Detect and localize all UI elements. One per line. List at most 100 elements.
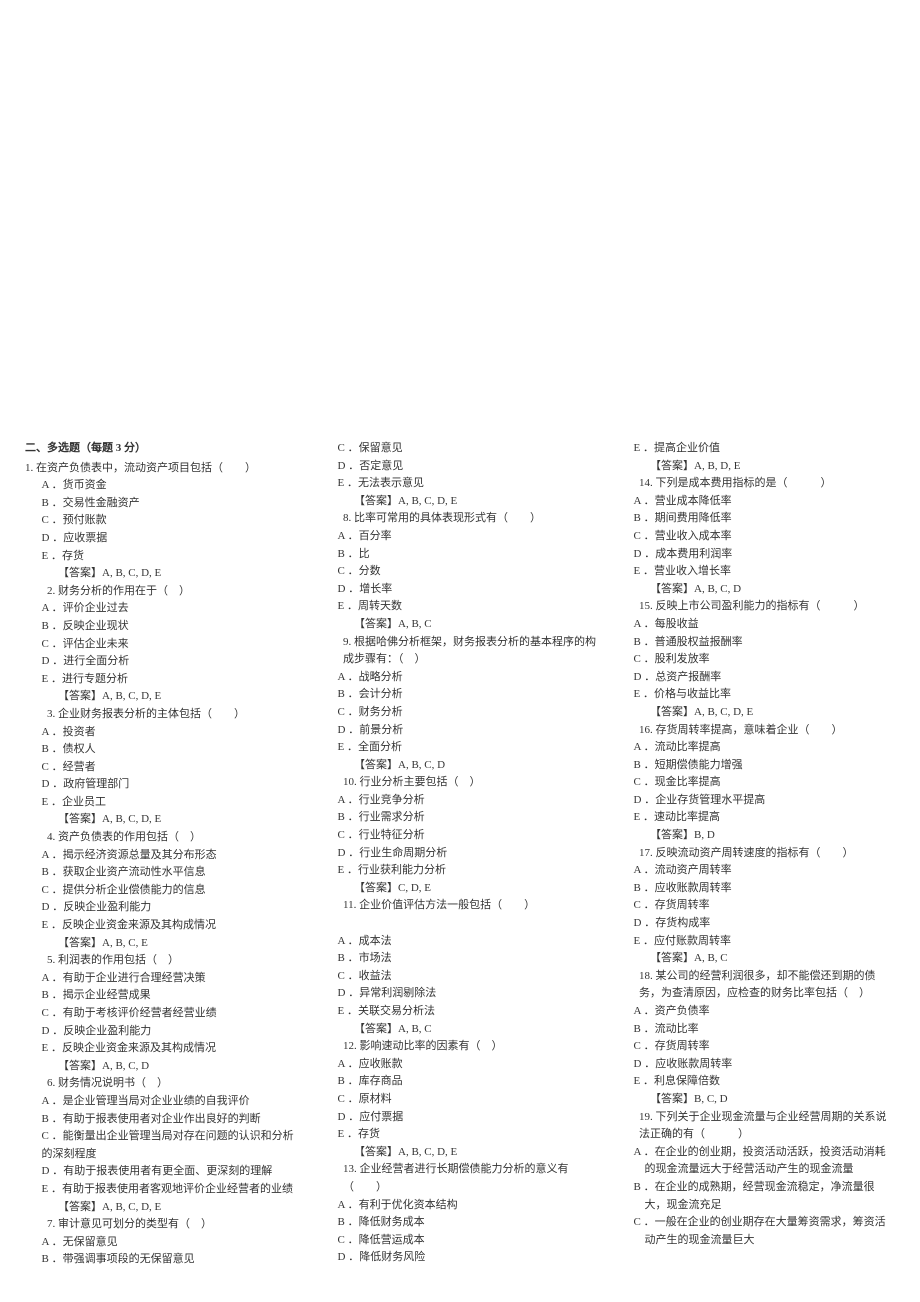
option: B ．应收账款周转率 <box>617 880 895 898</box>
option: A ．存在闲置现金 <box>913 563 920 581</box>
question-stem: 6. 财务情况说明书（ ） <box>25 1075 303 1093</box>
option: E ．周转天数 <box>321 598 599 616</box>
question-stem: 1. 在资产负债表中，流动资产项目包括（ ） <box>25 460 303 478</box>
option: B ．市场法 <box>321 950 599 968</box>
option: C ．降低营运成本 <box>321 1232 599 1250</box>
question-stem: 12. 影响速动比率的因素有（ ） <box>321 1038 599 1056</box>
question-stem: 7. 审计意见可划分的类型有（ ） <box>25 1216 303 1234</box>
option: C ．存货周转率 <box>617 1038 895 1056</box>
option: B ．揭示企业经营成果 <box>25 987 303 1005</box>
option: B ．期间费用降低率 <box>617 510 895 528</box>
option: C ．提供分析企业偿债能力的信息 <box>25 882 303 900</box>
option: C ．营业收入成本率 <box>617 528 895 546</box>
option: B ．降低财务成本 <box>321 1214 599 1232</box>
answer: 【答案】B, D <box>617 827 895 845</box>
answer: 【答案】A, B, C <box>913 651 920 669</box>
option: A ．无保留意见 <box>25 1234 303 1252</box>
option: A ．战略分析 <box>321 669 599 687</box>
option: E ．反映企业资金来源及其构成情况 <box>25 1040 303 1058</box>
option: D ．前景分析 <box>321 722 599 740</box>
option: D ．存货构成率 <box>617 915 895 933</box>
option: A ．有利于优化资本结构 <box>321 1197 599 1215</box>
option: D ．应收票据 <box>25 530 303 548</box>
option: D ．成本费用利润率 <box>617 546 895 564</box>
question-stem: 18. 某公司的经营利润很多，却不能偿还到期的债务，为查清原因，应检查的财务比率… <box>617 968 895 1003</box>
option: E ．速动比率提高 <box>617 809 895 827</box>
option: B ．会计分析 <box>321 686 599 704</box>
option: B ．短期偿债能力增强 <box>617 757 895 775</box>
option: D ．有助于报表使用者有更全面、更深刻的理解 <box>25 1163 303 1181</box>
option: A ．成本法 <box>321 933 599 951</box>
option: D ．反映企业盈利能力 <box>25 1023 303 1041</box>
option: A ．每股收益 <box>617 616 895 634</box>
question-stem: 20. 如果流动比率过高，意味着企业可能存在（ ）。 <box>913 528 920 563</box>
option: C ．原材料 <box>321 1091 599 1109</box>
option: E ．反映企业资金来源及其构成情况 <box>25 917 303 935</box>
answer: 【答案】A, B, C, D, E <box>321 1144 599 1162</box>
option: C ．分数 <box>321 563 599 581</box>
option: D ．短期偿债能力很差 <box>913 616 920 634</box>
answer: 【答案】A, B, C <box>321 1021 599 1039</box>
option: C ．保留意见 <box>321 440 599 458</box>
option: D ．否定意见 <box>321 458 599 476</box>
option: B ．存在存货积压 <box>913 581 920 599</box>
question-stem: 3. 企业财务报表分析的主体包括（ ） <box>25 706 303 724</box>
option: E ．关联交易分析法 <box>321 1003 599 1021</box>
question-stem: 5. 利润表的作用包括（ ） <box>25 952 303 970</box>
option: B ．行业需求分析 <box>321 809 599 827</box>
option: A ．是企业管理当局对企业业绩的自我评价 <box>25 1093 303 1111</box>
spacer <box>321 915 599 933</box>
option: E ．存货 <box>321 1126 599 1144</box>
option: E ．行业获利能力分析 <box>321 862 599 880</box>
option: D ．降低财务风险 <box>321 1249 599 1267</box>
answer: 【答案】A, B, C, D, E <box>25 565 303 583</box>
question-stem: 19. 下列关于企业现金流量与企业经营周期的关系说法正确的有（ ） <box>617 1109 895 1144</box>
option: D ．行业生命周期分析 <box>321 845 599 863</box>
option: E ．进行专题分析 <box>25 671 303 689</box>
option: D ．企业存货管理水平提高 <box>617 792 895 810</box>
option: C ．能衡量出企业管理当局对存在问题的认识和分析的深刻程度 <box>25 1128 303 1163</box>
answer: 【答案】A, B, C, D, E <box>25 811 303 829</box>
option: A ．资产负债率 <box>617 1003 895 1021</box>
answer: 【答案】A, B, C, D <box>617 581 895 599</box>
answer: 【答案】A, B, C, D, E <box>321 493 599 511</box>
option: A ．百分率 <box>321 528 599 546</box>
option: A ．流动比率提高 <box>617 739 895 757</box>
option: A ．投资者 <box>25 724 303 742</box>
option: E ．价格与收益比率 <box>617 686 895 704</box>
option: B ．带强调事项段的无保留意见 <box>25 1251 303 1269</box>
option: C ．现金比率提高 <box>617 774 895 792</box>
answer: 【答案】A, B, C <box>913 510 920 528</box>
option: D ．进行全面分析 <box>25 653 303 671</box>
option: E ．全面分析 <box>321 739 599 757</box>
option: D ．政府管理部门 <box>25 776 303 794</box>
section-title: 二、多选题（每题 3 分） <box>25 440 303 458</box>
question-stem: 2. 财务分析的作用在于（ ） <box>25 583 303 601</box>
answer: 【答案】A, B, C <box>321 616 599 634</box>
option: E ．长期偿债能力越强 <box>913 634 920 652</box>
question-stem: 16. 存货周转率提高，意味着企业（ ） <box>617 722 895 740</box>
question-stem: 4. 资产负债表的作用包括（ ） <box>25 829 303 847</box>
option: E ．利息保障倍数 <box>617 1073 895 1091</box>
answer: 【答案】A, B, C, D, E <box>25 688 303 706</box>
option: A ．有助于企业进行合理经营决策 <box>25 970 303 988</box>
question-stem: 9. 根据哈佛分析框架，财务报表分析的基本程序的构成步骤有：（ ） <box>321 634 599 669</box>
question-stem: 15. 反映上市公司盈利能力的指标有（ ） <box>617 598 895 616</box>
question-stem: 11. 企业价值评估方法一般包括（ ） <box>321 897 599 915</box>
option: A ．评价企业过去 <box>25 600 303 618</box>
option: B ．普通股权益报酬率 <box>617 634 895 652</box>
answer: 【答案】A, B, C, D <box>321 757 599 775</box>
option: C ．应收账款周转缓慢 <box>913 598 920 616</box>
option: E ．企业员工 <box>25 794 303 812</box>
option: B ．交易性金融资产 <box>25 495 303 513</box>
option: A ．应收账款 <box>321 1056 599 1074</box>
answer: 【答案】B, C, D <box>617 1091 895 1109</box>
option: C ．预付账款 <box>25 512 303 530</box>
option: C ．收益法 <box>321 968 599 986</box>
option: C ．有助于考核评价经营者经营业绩 <box>25 1005 303 1023</box>
option: D ．应收账款周转率 <box>617 1056 895 1074</box>
option: B ．库存商品 <box>321 1073 599 1091</box>
option: B ．有助于报表使用者对企业作出良好的判断 <box>25 1111 303 1129</box>
answer: 【答案】A, B, D, E <box>617 458 895 476</box>
option: A ．营业成本降低率 <box>617 493 895 511</box>
